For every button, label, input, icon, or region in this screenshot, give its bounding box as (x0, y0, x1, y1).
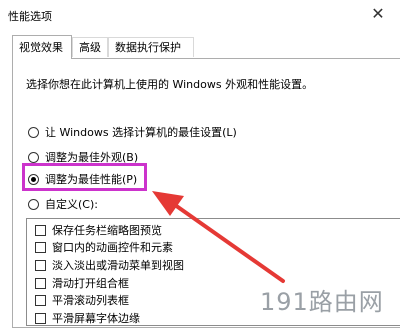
tab-label: 视觉效果 (19, 41, 63, 54)
tab-visual-effects[interactable]: 视觉效果 (12, 35, 72, 59)
watermark: 191路由网 (260, 288, 384, 316)
